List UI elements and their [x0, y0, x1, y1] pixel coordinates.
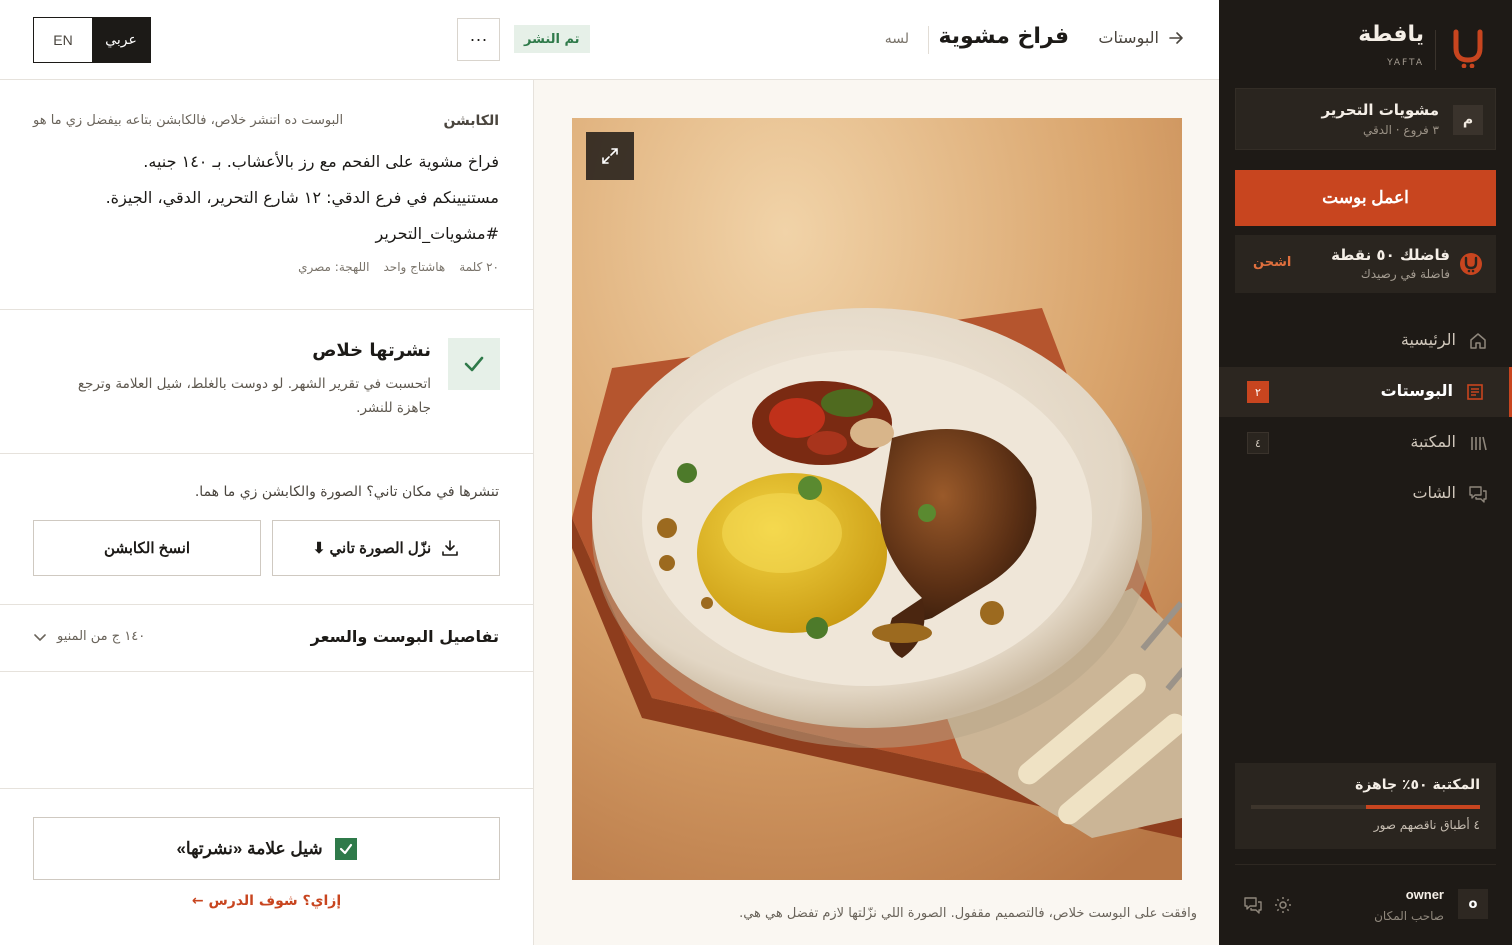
unmark-label: شيل علامة «نشرتها» — [176, 838, 323, 858]
word-count: ٢٠ كلمة — [459, 260, 499, 274]
nav-item-posts[interactable]: البوستات ٢ — [1219, 367, 1512, 417]
caption-label: الكابشن — [443, 113, 499, 129]
nav-label: المكتبة — [1410, 432, 1456, 451]
status-badge: تم النشر — [514, 25, 590, 53]
language-switch: عربي EN — [33, 17, 151, 63]
caption-meta: ٢٠ كلمة هاشتاج واحد اللهجة: مصري — [298, 260, 499, 274]
caption-line: فراخ مشوية على الفحم مع رز بالأعشاب. بـ … — [143, 152, 499, 171]
published-desc: اتحسبت في تقرير الشهر. لو دوست بالغلط، ش… — [77, 376, 431, 416]
brand-sub: YAFTA — [1387, 58, 1424, 68]
accordion-price: ١٤٠ ج من المنيو — [57, 629, 146, 644]
post-details: الكابشن البوست ده اتنشر خلاص، فالكابشن ب… — [0, 80, 533, 945]
published-check — [448, 338, 500, 390]
spacer-section — [0, 672, 533, 789]
brand-logo[interactable]: يافطة YAFTA — [1358, 22, 1488, 72]
download-image-button[interactable]: نزّل الصورة تاني ⬇ — [272, 520, 500, 576]
logo-divider — [1435, 30, 1436, 70]
page-title: فراخ مشوية — [938, 24, 1069, 49]
topbar: البوستات فراخ مشوية لسه تم النشر ··· عرب… — [0, 0, 1219, 80]
nav-badge: ٢ — [1247, 381, 1269, 403]
sidebar: يافطة YAFTA م مشويات التحرير ٣ فروع · ال… — [1219, 0, 1512, 945]
arrow-right-icon — [1169, 31, 1183, 44]
user-name: owner — [1405, 887, 1444, 902]
library-progress-card[interactable]: المكتبة ٥٠٪ جاهزة ٤ أطباق ناقصهم صور — [1235, 763, 1496, 849]
avatar[interactable]: o — [1458, 889, 1488, 919]
chevron-down-icon — [34, 633, 46, 641]
back-to-posts-link[interactable]: البوستات — [1098, 28, 1185, 47]
back-label: البوستات — [1098, 28, 1159, 47]
user-actions — [1243, 895, 1293, 915]
post-time: لسه — [884, 31, 909, 47]
points-sub: فاضلة في رصيدك — [1360, 267, 1450, 281]
library-sub: ٤ أطباق ناقصهم صور — [1373, 818, 1480, 832]
unmark-published-button[interactable]: شيل علامة «نشرتها» — [33, 817, 500, 880]
library-icon — [1471, 436, 1487, 451]
check-icon — [464, 356, 484, 372]
share-question: تنشرها في مكان تاني؟ الصورة والكابشن زي … — [194, 484, 499, 500]
accordion-summary: ١٤٠ ج من المنيو — [33, 629, 145, 644]
nav-label: الرئيسية — [1400, 330, 1456, 349]
library-progress-bar — [1251, 805, 1480, 809]
library-title: المكتبة ٥٠٪ جاهزة — [1355, 777, 1480, 793]
caption-hint: البوست ده اتنشر خلاص، فالكابشن بتاعه بيف… — [33, 113, 344, 128]
brand-name: يافطة — [1358, 22, 1424, 47]
published-title: نشرتها خلاص — [312, 340, 431, 361]
how-to-lesson-link[interactable]: إزاي؟ شوف الدرس ← — [0, 893, 533, 909]
create-post-button[interactable]: اعمل بوست — [1235, 170, 1496, 226]
more-options-button[interactable]: ··· — [457, 18, 500, 61]
recharge-link[interactable]: اشحن — [1253, 255, 1291, 270]
points-card: فاضلك ٥٠ نقطة فاضلة في رصيدك اشحن — [1235, 235, 1496, 293]
post-image[interactable] — [572, 118, 1182, 880]
caption-section: الكابشن البوست ده اتنشر خلاص، فالكابشن ب… — [0, 80, 533, 310]
nav-item-library[interactable]: المكتبة ٤ — [1219, 418, 1512, 468]
branch-avatar: م — [1453, 105, 1483, 135]
user-role: صاحب المكان — [1374, 909, 1444, 923]
published-section: نشرتها خلاص اتحسبت في تقرير الشهر. لو دو… — [0, 310, 533, 454]
nav-label: البوستات — [1380, 381, 1453, 400]
hashtag-count: هاشتاج واحد — [383, 260, 446, 274]
expand-icon — [602, 148, 618, 164]
nav-item-chat[interactable]: الشات — [1219, 469, 1512, 519]
copy-caption-button[interactable]: انسخ الكابشن — [33, 520, 261, 576]
image-panel: وافقت على البوست خلاص، فالتصميم مقفول. ا… — [533, 80, 1219, 945]
branch-switcher[interactable]: م مشويات التحرير ٣ فروع · الدقي — [1235, 88, 1496, 150]
logo-mark-icon — [1453, 29, 1483, 68]
image-lock-note: وافقت على البوست خلاص، فالتصميم مقفول. ا… — [739, 906, 1197, 921]
accordion-title: تفاصيل البوست والسعر — [310, 627, 499, 646]
lang-english[interactable]: EN — [34, 18, 92, 62]
download-icon — [442, 540, 459, 556]
posts-icon — [1467, 384, 1483, 400]
branch-name: مشويات التحرير — [1321, 101, 1439, 119]
feedback-icon[interactable] — [1243, 895, 1263, 915]
branch-meta: ٣ فروع · الدقي — [1362, 123, 1439, 137]
main-nav: الرئيسية البوستات ٢ المكتبة ٤ الشات — [1219, 316, 1512, 520]
dialect: اللهجة: مصري — [298, 260, 370, 274]
nav-item-home[interactable]: الرئيسية — [1219, 316, 1512, 366]
chat-icon — [1469, 486, 1487, 503]
details-accordion[interactable]: تفاصيل البوست والسعر ١٤٠ ج من المنيو — [0, 605, 533, 672]
user-block: o owner صاحب المكان — [1235, 864, 1496, 936]
points-title: فاضلك ٥٠ نقطة — [1331, 246, 1450, 264]
gear-icon[interactable] — [1273, 895, 1293, 915]
share-section: تنشرها في مكان تاني؟ الصورة والكابشن زي … — [0, 454, 533, 605]
library-progress-fill — [1365, 805, 1480, 809]
expand-image-button[interactable] — [586, 132, 634, 180]
food-photo-illustration — [572, 118, 1182, 880]
download-label: نزّل الصورة تاني ⬇ — [312, 540, 432, 557]
caption-line: #مشويات_التحرير — [375, 224, 500, 243]
coin-icon — [1460, 253, 1482, 275]
title-divider — [928, 26, 929, 54]
nav-badge: ٤ — [1247, 432, 1269, 454]
home-icon — [1470, 333, 1486, 349]
checkbox-checked-icon — [334, 837, 357, 860]
lang-arabic[interactable]: عربي — [92, 18, 150, 62]
caption-line: مستنيينكم في فرع الدقي: ١٢ شارع التحرير،… — [105, 188, 499, 207]
nav-label: الشات — [1412, 483, 1456, 502]
